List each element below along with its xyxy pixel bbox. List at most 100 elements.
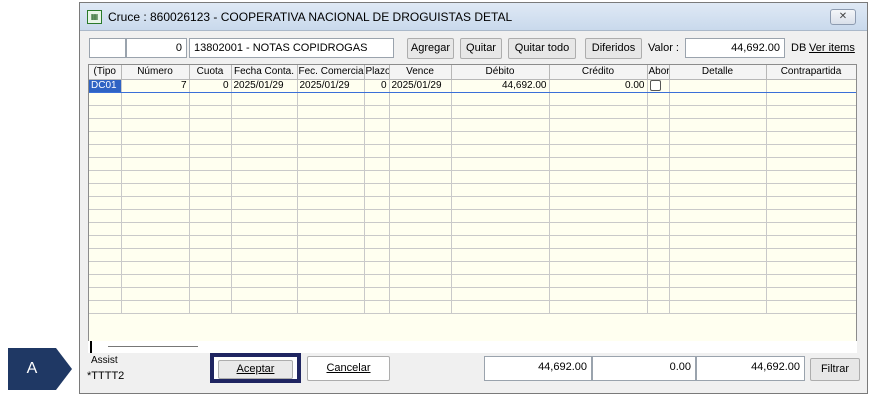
empty-cell[interactable]	[549, 157, 648, 171]
empty-cell[interactable]	[389, 196, 452, 210]
empty-cell[interactable]	[766, 274, 856, 288]
empty-row[interactable]	[89, 92, 856, 106]
empty-cell[interactable]	[89, 300, 122, 314]
empty-cell[interactable]	[89, 105, 122, 119]
cell-credito[interactable]: 0.00	[549, 78, 648, 93]
empty-cell[interactable]	[647, 261, 670, 275]
empty-cell[interactable]	[647, 131, 670, 145]
empty-cell[interactable]	[389, 235, 452, 249]
empty-cell[interactable]	[297, 183, 365, 197]
empty-cell[interactable]	[89, 170, 122, 184]
empty-cell[interactable]	[364, 183, 390, 197]
empty-cell[interactable]	[89, 248, 122, 262]
empty-cell[interactable]	[189, 235, 232, 249]
empty-cell[interactable]	[766, 235, 856, 249]
cell-fecha-conta[interactable]: 2025/01/29	[231, 78, 298, 93]
cell-cuota[interactable]: 0	[189, 78, 232, 93]
empty-cell[interactable]	[389, 105, 452, 119]
empty-cell[interactable]	[364, 131, 390, 145]
empty-cell[interactable]	[364, 261, 390, 275]
empty-cell[interactable]	[89, 261, 122, 275]
empty-cell[interactable]	[647, 170, 670, 184]
empty-cell[interactable]	[766, 196, 856, 210]
empty-cell[interactable]	[669, 118, 767, 132]
empty-cell[interactable]	[766, 183, 856, 197]
empty-row[interactable]	[89, 300, 856, 314]
empty-cell[interactable]	[189, 209, 232, 223]
empty-cell[interactable]	[389, 144, 452, 158]
empty-cell[interactable]	[297, 105, 365, 119]
empty-cell[interactable]	[189, 157, 232, 171]
empty-cell[interactable]	[451, 92, 550, 106]
cell-tipo[interactable]: DC01	[89, 78, 122, 93]
empty-cell[interactable]	[549, 248, 648, 262]
empty-cell[interactable]	[364, 105, 390, 119]
empty-cell[interactable]	[669, 131, 767, 145]
empty-cell[interactable]	[766, 261, 856, 275]
empty-cell[interactable]	[669, 248, 767, 262]
cancelar-button[interactable]: Cancelar	[307, 356, 390, 381]
empty-cell[interactable]	[297, 92, 365, 106]
empty-cell[interactable]	[364, 235, 390, 249]
quitar-todo-button[interactable]: Quitar todo	[508, 38, 576, 59]
empty-cell[interactable]	[364, 287, 390, 301]
empty-cell[interactable]	[389, 274, 452, 288]
empty-cell[interactable]	[297, 131, 365, 145]
empty-cell[interactable]	[451, 196, 550, 210]
abono-checkbox[interactable]	[649, 80, 661, 91]
empty-cell[interactable]	[231, 157, 298, 171]
empty-cell[interactable]	[231, 118, 298, 132]
ver-items-link[interactable]: Ver items	[809, 42, 855, 54]
empty-cell[interactable]	[669, 287, 767, 301]
empty-cell[interactable]	[189, 170, 232, 184]
empty-cell[interactable]	[451, 209, 550, 223]
col-cuota[interactable]: Cuota	[189, 65, 232, 80]
empty-cell[interactable]	[389, 300, 452, 314]
empty-cell[interactable]	[231, 235, 298, 249]
empty-row[interactable]	[89, 157, 856, 171]
filtrar-button[interactable]: Filtrar	[810, 358, 860, 381]
agregar-button[interactable]: Agregar	[407, 38, 454, 59]
empty-cell[interactable]	[451, 300, 550, 314]
empty-cell[interactable]	[549, 170, 648, 184]
empty-cell[interactable]	[231, 196, 298, 210]
empty-cell[interactable]	[231, 274, 298, 288]
empty-cell[interactable]	[669, 209, 767, 223]
horizontal-scrollbar[interactable]	[88, 341, 857, 353]
empty-cell[interactable]	[647, 300, 670, 314]
data-grid[interactable]: (Tipo Número Cuota Fecha Conta. Fec. Com…	[88, 64, 857, 342]
empty-cell[interactable]	[669, 183, 767, 197]
empty-cell[interactable]	[549, 183, 648, 197]
empty-cell[interactable]	[766, 222, 856, 236]
empty-row[interactable]	[89, 118, 856, 132]
empty-cell[interactable]	[451, 274, 550, 288]
empty-cell[interactable]	[231, 300, 298, 314]
empty-cell[interactable]	[364, 170, 390, 184]
cell-detalle[interactable]	[669, 78, 767, 93]
empty-row[interactable]	[89, 235, 856, 249]
empty-cell[interactable]	[121, 170, 190, 184]
empty-cell[interactable]	[647, 235, 670, 249]
empty-row[interactable]	[89, 209, 856, 223]
empty-cell[interactable]	[451, 170, 550, 184]
empty-cell[interactable]	[766, 157, 856, 171]
empty-cell[interactable]	[669, 261, 767, 275]
empty-cell[interactable]	[647, 144, 670, 158]
empty-cell[interactable]	[766, 118, 856, 132]
empty-cell[interactable]	[89, 222, 122, 236]
empty-cell[interactable]	[189, 274, 232, 288]
empty-cell[interactable]	[364, 209, 390, 223]
empty-cell[interactable]	[549, 222, 648, 236]
empty-cell[interactable]	[231, 183, 298, 197]
empty-cell[interactable]	[647, 196, 670, 210]
empty-cell[interactable]	[189, 287, 232, 301]
empty-cell[interactable]	[647, 105, 670, 119]
empty-cell[interactable]	[89, 157, 122, 171]
empty-cell[interactable]	[669, 300, 767, 314]
empty-cell[interactable]	[231, 170, 298, 184]
empty-cell[interactable]	[231, 222, 298, 236]
cell-contrapartida[interactable]	[766, 78, 856, 93]
empty-cell[interactable]	[549, 274, 648, 288]
empty-cell[interactable]	[189, 183, 232, 197]
empty-cell[interactable]	[364, 157, 390, 171]
